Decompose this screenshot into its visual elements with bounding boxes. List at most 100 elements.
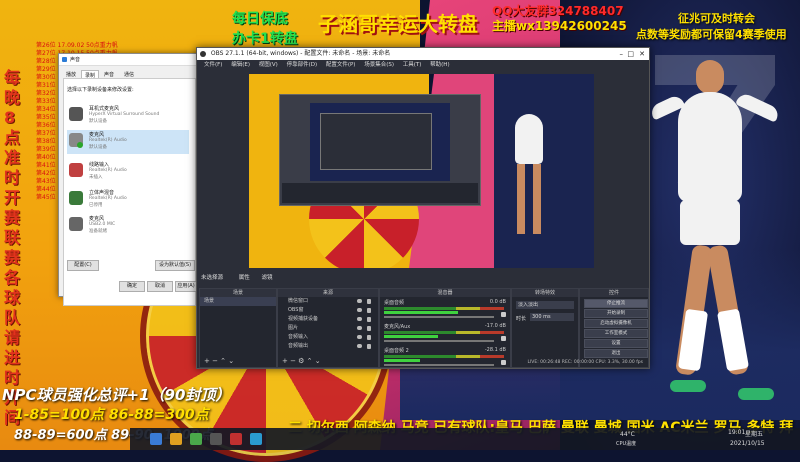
one-card-text: 办卡1转盘 (232, 31, 298, 47)
lock-icon[interactable] (367, 326, 371, 331)
source-label: 音频输入 (288, 334, 309, 340)
source-toolbar: 未选择源 属性 滤镜 (197, 273, 649, 283)
device-row[interactable]: 麦克风 USB2.0 MIC 准备就绪 (67, 214, 189, 238)
clock-time[interactable]: 19:01 (728, 429, 745, 436)
obs-window: OBS 27.1.1 (64-bit, windows) - 配置文件: 未命名… (196, 47, 650, 369)
studio-mode-button[interactable]: 工作室模式 (584, 329, 648, 338)
close-icon[interactable]: ✕ (639, 48, 645, 60)
obs-menubar: 文件(F) 编辑(E) 视图(V) 停靠部件(D) 配置文件(P) 场景集合(S… (197, 60, 649, 70)
exit-button[interactable]: 退出 (584, 349, 648, 358)
source-item[interactable]: 视频捕获设备 (278, 315, 378, 324)
menu-file[interactable]: 文件(F) (204, 60, 222, 70)
source-item[interactable]: 微信窗口 (278, 297, 378, 306)
sound-titlebar: 声音 (59, 54, 199, 66)
source-label: 图片 (288, 325, 299, 331)
stop-streaming-button[interactable]: 停止推流 (584, 299, 648, 308)
visibility-eye-icon[interactable] (357, 326, 362, 330)
properties-button[interactable]: 属性 (239, 275, 250, 281)
mixer-channel-name: 桌面音频 2 (384, 348, 409, 354)
taskbar-app-icon[interactable] (150, 433, 162, 445)
apply-button[interactable]: 应用(A) (175, 281, 197, 292)
clock-date: 2021/10/15 (730, 440, 765, 447)
menu-view[interactable]: 视图(V) (259, 60, 278, 70)
source-item[interactable]: 图片 (278, 324, 378, 333)
scene-item[interactable]: 场景 (200, 297, 276, 306)
menu-tools[interactable]: 工具(T) (403, 60, 422, 70)
start-recording-button[interactable]: 开始录制 (584, 309, 648, 318)
mute-speaker-icon[interactable] (501, 312, 506, 317)
source-label: 视频捕获设备 (288, 316, 319, 322)
mixer-channel-db: -28.1 dB (484, 347, 506, 353)
transition-select[interactable]: 淡入淡出 (516, 301, 574, 309)
device-status: 未插入 (89, 175, 103, 180)
controls-header: 控件 (580, 289, 648, 297)
source-item[interactable]: OBS窗 (278, 306, 378, 315)
source-item[interactable]: 音频输入 (278, 333, 378, 342)
preview-player (499, 104, 559, 254)
source-item[interactable]: 音频输出 (278, 342, 378, 351)
sources-panel: 来源 微信窗口 OBS窗 视频捕获设备 图片 音频输入 音频输出 + − ⚙ ⌃ ⌄ (277, 288, 379, 368)
device-row[interactable]: 耳机式麦克风 HyperX Virtual Surround Sound 默认设… (67, 104, 189, 128)
taskbar-app-icon-2[interactable] (230, 433, 242, 445)
obs-logo-icon (200, 50, 206, 57)
mixer-channel-db: 0.0 dB (489, 299, 506, 305)
menu-docks[interactable]: 停靠部件(D) (287, 60, 318, 70)
mixer-channel: 桌面音频 0.0 dB (380, 297, 510, 321)
minimize-icon[interactable]: – (620, 48, 624, 60)
device-row[interactable]: 立体声混音 Realtek(R) Audio 已停用 (67, 188, 189, 212)
settings-button[interactable]: 设置 (584, 339, 648, 348)
menu-help[interactable]: 帮助(H) (430, 60, 449, 70)
virtual-camera-button[interactable]: 启动虚拟摄像机 (584, 319, 648, 328)
taskbar-browser-icon[interactable] (190, 433, 202, 445)
recording-instruction: 选择以下录制设备来修改设置: (67, 87, 134, 93)
filters-button[interactable]: 滤镜 (262, 275, 273, 281)
top-right-text-2: 点数等奖励都可保留4赛季使用 (636, 28, 787, 41)
transitions-header: 转场特效 (512, 289, 578, 297)
visibility-eye-icon[interactable] (357, 299, 362, 303)
wheel-title: 子涵哥幸运大转盘 (318, 12, 478, 36)
cpu-temp-label: CPU温度 (616, 441, 637, 447)
volume-slider[interactable] (384, 340, 494, 342)
visibility-eye-icon[interactable] (357, 344, 362, 348)
device-driver: USB2.0 MIC (89, 222, 116, 227)
device-name: 耳机式麦克风 (89, 106, 120, 112)
volume-level (384, 311, 458, 314)
lock-icon[interactable] (367, 335, 371, 340)
visibility-eye-icon[interactable] (357, 335, 362, 339)
set-default-button[interactable]: 设为默认值(S) (155, 260, 195, 271)
lock-icon[interactable] (367, 299, 371, 304)
obs-preview[interactable] (249, 74, 594, 268)
menu-profile[interactable]: 配置文件(P) (326, 60, 356, 70)
menu-scene-collection[interactable]: 场景集合(S) (364, 60, 394, 70)
headset-icon (69, 107, 83, 121)
configure-button[interactable]: 配置(C) (67, 260, 99, 271)
taskbar-obs-icon[interactable] (210, 433, 222, 445)
device-row[interactable]: 线路输入 Realtek(R) Audio 未插入 (67, 160, 189, 184)
ok-button[interactable]: 确定 (119, 281, 145, 292)
source-label: 音频输出 (288, 343, 309, 349)
device-driver: Realtek(R) Audio (89, 138, 127, 143)
cancel-button[interactable]: 取消 (147, 281, 173, 292)
menu-edit[interactable]: 编辑(E) (231, 60, 250, 70)
preview-nested-panels (282, 183, 478, 203)
maximize-icon[interactable]: □ (627, 48, 634, 60)
mixer-channel: 麦克风/Aux -17.0 dB (380, 321, 510, 345)
visibility-eye-icon[interactable] (357, 308, 362, 312)
lock-icon[interactable] (367, 317, 371, 322)
mute-speaker-icon[interactable] (501, 336, 506, 341)
clock-day: 星期五 (745, 431, 764, 438)
volume-meter (384, 307, 504, 310)
controls-panel: 控件 停止推流 开始录制 启动虚拟摄像机 工作室模式 设置 退出 (579, 288, 649, 368)
volume-slider[interactable] (384, 316, 494, 318)
line-in-icon (69, 163, 83, 177)
visibility-eye-icon[interactable] (357, 317, 362, 321)
lock-icon[interactable] (367, 308, 371, 313)
preview-nested-obs-2 (320, 113, 432, 170)
device-row-selected[interactable]: 麦克风 Realtek(R) Audio 默认设备 (67, 130, 189, 154)
sources-header: 来源 (278, 289, 378, 297)
taskbar-qq-icon[interactable] (250, 433, 262, 445)
lock-icon[interactable] (367, 344, 371, 349)
taskbar-folder-icon[interactable] (170, 433, 182, 445)
duration-input[interactable]: 300 ms (530, 313, 574, 321)
rank-list-item: 第26位 17.09.02 50点重力帆 (36, 42, 118, 49)
